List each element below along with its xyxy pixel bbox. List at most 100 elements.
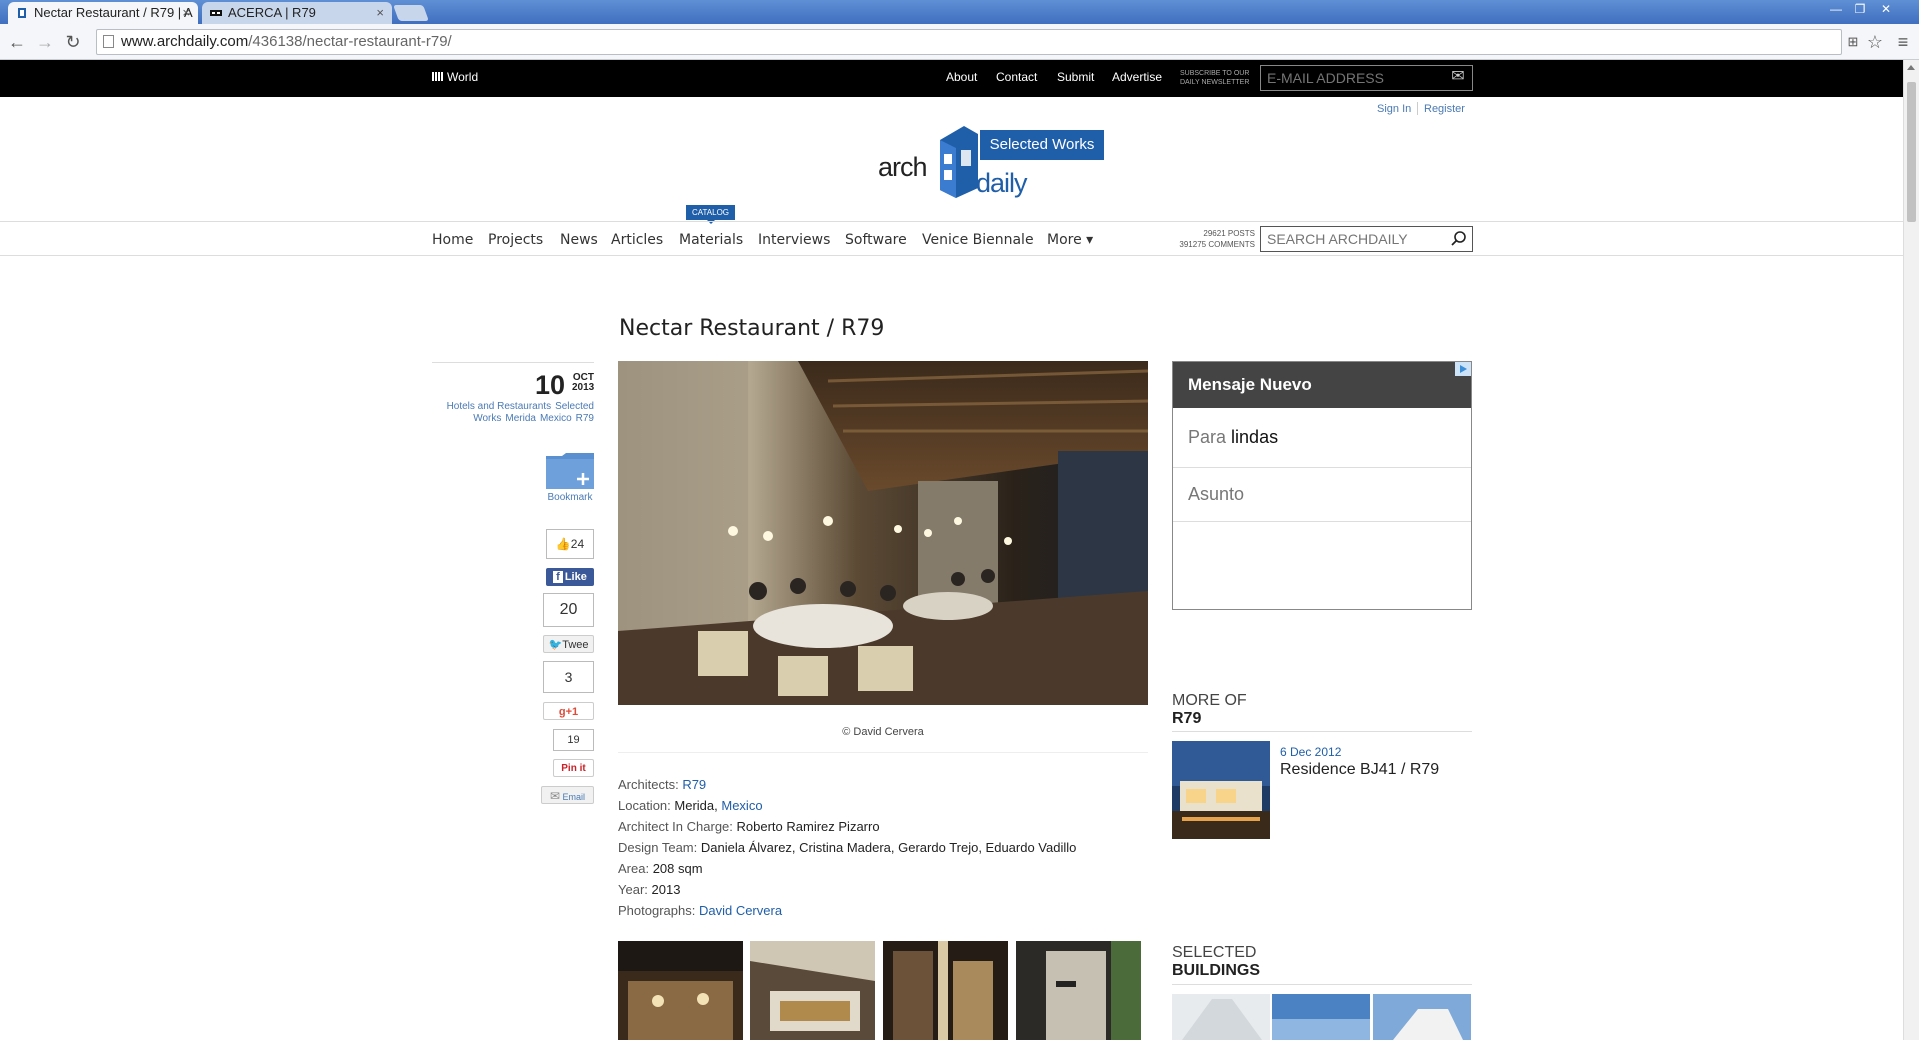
tag-link[interactable]: Hotels and Restaurants — [447, 401, 552, 412]
envelope-icon[interactable]: ✉ — [1448, 68, 1468, 86]
flags-icon — [432, 72, 443, 81]
translate-icon[interactable]: ⊞ — [1842, 31, 1864, 53]
spec-area: Area: 208 sqm — [618, 861, 703, 876]
selected-building-thumbnail[interactable] — [1373, 994, 1471, 1040]
bookmark-star-icon[interactable]: ☆ — [1864, 31, 1886, 53]
facebook-like-count: 👍24 — [546, 529, 594, 559]
twitter-bird-icon: 🐦 — [548, 639, 563, 651]
facebook-like-button[interactable]: f Like — [546, 568, 594, 586]
tag-link[interactable]: Mexico — [540, 413, 572, 424]
ad-to-label: Para — [1188, 427, 1227, 447]
year-value: 2013 — [651, 882, 681, 897]
forward-arrow-icon[interactable]: → — [34, 31, 56, 53]
ad-to-value: lindas — [1231, 427, 1279, 447]
tag-link[interactable]: Works — [473, 413, 501, 424]
minimize-window-icon[interactable]: — — [1826, 2, 1846, 16]
left-column-divider — [432, 362, 594, 363]
gallery-thumbnail[interactable] — [750, 941, 875, 1040]
nav-materials[interactable]: Materials — [679, 232, 743, 248]
tab-nectar-restaurant[interactable]: Nectar Restaurant / R79 | A × — [8, 2, 198, 24]
logo-daily-text: daily — [976, 168, 1028, 198]
pinterest-button[interactable]: Pin it — [553, 759, 594, 777]
nav-more-dropdown[interactable]: More ▾ — [1047, 232, 1093, 248]
nav-projects[interactable]: Projects — [488, 232, 543, 248]
tag-link[interactable]: Selected — [555, 401, 594, 412]
scroll-thumb[interactable] — [1907, 82, 1916, 222]
restore-window-icon[interactable]: ❐ — [1850, 2, 1870, 16]
email-share-label: Email — [562, 792, 586, 802]
new-tab-button[interactable] — [393, 5, 429, 21]
ad-subject-field[interactable]: Asunto — [1188, 484, 1244, 505]
bookmark-label[interactable]: Bookmark — [546, 492, 594, 503]
search-icon[interactable] — [1450, 230, 1468, 248]
email-share-button[interactable]: ✉ Email — [541, 786, 594, 804]
selected-label: SELECTED — [1172, 944, 1257, 961]
article-title: Nectar Restaurant / R79 — [619, 316, 885, 341]
newsletter-email-input[interactable] — [1260, 65, 1473, 91]
world-label: World — [447, 70, 479, 84]
photographer-link[interactable]: David Cervera — [699, 903, 782, 918]
gallery-thumbnail[interactable] — [618, 941, 743, 1040]
gallery-thumbnail[interactable] — [883, 941, 1008, 1040]
architects-link[interactable]: R79 — [682, 777, 706, 792]
search-input[interactable] — [1260, 226, 1473, 252]
spec-label: Architect In Charge: — [618, 819, 733, 834]
spec-architect-in-charge: Architect In Charge: Roberto Ramirez Piz… — [618, 819, 880, 834]
nav-software[interactable]: Software — [845, 232, 907, 248]
selected-building-thumbnail[interactable] — [1172, 994, 1270, 1040]
building-logo-icon — [940, 126, 978, 198]
spec-label: Architects: — [618, 777, 679, 792]
close-window-icon[interactable]: ✕ — [1876, 2, 1896, 16]
back-arrow-icon[interactable]: ← — [6, 31, 28, 53]
newsletter-label: SUBSCRIBE TO OUR DAILY NEWSLETTER — [1180, 69, 1249, 87]
sign-in-link[interactable]: Sign In — [1377, 103, 1411, 115]
advertisement-box[interactable]: Mensaje Nuevo Para lindas Asunto — [1172, 361, 1472, 610]
nav-news[interactable]: News — [560, 232, 598, 248]
about-link[interactable]: About — [946, 70, 977, 84]
more-of-label: MORE OF — [1172, 692, 1247, 709]
ad-header: Mensaje Nuevo — [1173, 362, 1471, 408]
spec-label: Photographs: — [618, 903, 696, 918]
world-edition-link[interactable]: World — [432, 70, 478, 84]
tweet-button[interactable]: 🐦Twee — [543, 635, 594, 653]
bookmark-folder-icon[interactable] — [546, 453, 594, 489]
reload-icon[interactable]: ↻ — [62, 31, 84, 53]
close-tab-icon[interactable]: × — [182, 2, 190, 24]
related-project-thumbnail[interactable] — [1172, 741, 1270, 839]
r79-favicon-icon — [210, 10, 222, 16]
contact-link[interactable]: Contact — [996, 70, 1037, 84]
hero-photo[interactable] — [618, 361, 1148, 705]
archdaily-favicon-icon — [18, 8, 26, 18]
google-plus-count: 3 — [543, 661, 594, 693]
tab-acerca-r79[interactable]: ACERCA | R79 × — [202, 2, 392, 24]
advertise-link[interactable]: Advertise — [1112, 70, 1162, 84]
architect-in-charge-value: Roberto Ramirez Pizarro — [736, 819, 880, 834]
menu-icon[interactable]: ≡ — [1892, 31, 1914, 53]
nav-interviews[interactable]: Interviews — [758, 232, 830, 248]
scroll-up-arrow-icon[interactable] — [1907, 65, 1915, 70]
nav-venice-biennale[interactable]: Venice Biennale — [922, 232, 1034, 248]
newsletter-label-line: DAILY NEWSLETTER — [1180, 79, 1250, 86]
google-plus-button[interactable]: g+1 — [543, 702, 594, 720]
nav-home[interactable]: Home — [432, 232, 473, 248]
page-scrollbar[interactable] — [1903, 60, 1919, 1040]
related-project-title[interactable]: Residence BJ41 / R79 — [1280, 761, 1439, 779]
ad-choices-icon[interactable] — [1455, 362, 1471, 376]
caption-divider — [618, 752, 1148, 753]
location-country-link[interactable]: Mexico — [721, 798, 762, 813]
close-tab-icon[interactable]: × — [376, 2, 384, 24]
submit-link[interactable]: Submit — [1057, 70, 1094, 84]
gallery-thumbnail[interactable] — [1016, 941, 1141, 1040]
tag-link[interactable]: R79 — [576, 413, 594, 424]
nav-articles[interactable]: Articles — [611, 232, 663, 248]
spec-label: Area: — [618, 861, 650, 876]
archdaily-logo[interactable]: arch daily Selected Works — [878, 126, 1104, 202]
register-link[interactable]: Register — [1424, 103, 1465, 115]
ad-to-field[interactable]: Para lindas — [1188, 427, 1278, 448]
address-bar[interactable]: www.archdaily.com/436138/nectar-restaura… — [96, 29, 1842, 55]
selected-building-thumbnail[interactable] — [1272, 994, 1370, 1040]
tweet-label: Twee — [562, 639, 589, 651]
spec-year: Year: 2013 — [618, 882, 680, 897]
tag-link[interactable]: Merida — [505, 413, 536, 424]
spec-architects: Architects: R79 — [618, 777, 706, 792]
